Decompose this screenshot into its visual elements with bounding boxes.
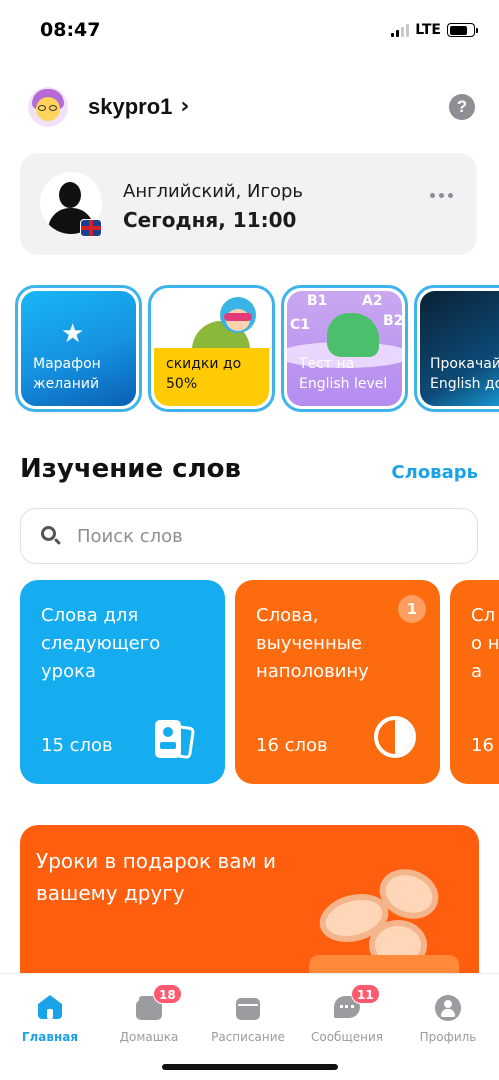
words-next-lesson-card[interactable]: Слова для следующего урока 15 слов — [20, 580, 225, 784]
battery-icon — [447, 23, 478, 37]
search-input[interactable] — [77, 525, 437, 547]
words-half-learned-card[interactable]: 1 Слова, выученные наполовину 16 слов — [235, 580, 440, 784]
gift-bow-illustration — [309, 861, 459, 985]
homework-badge: 18 — [153, 984, 182, 1004]
words-third-card[interactable]: Сло на 16 — [450, 580, 499, 784]
next-lesson-card[interactable]: Английский, Игорь Сегодня, 11:00 — [20, 153, 477, 255]
tab-schedule[interactable]: Расписание — [200, 984, 296, 1044]
tab-label: Сообщения — [310, 1030, 383, 1044]
home-indicator — [162, 1064, 338, 1070]
half-circle-icon — [374, 716, 416, 758]
signal-icon — [391, 23, 410, 37]
level-label: C1 — [290, 317, 311, 333]
calendar-icon — [234, 994, 262, 1022]
level-label: B2 — [383, 313, 402, 329]
card-count: 16 — [471, 735, 494, 756]
lesson-title: Английский, Игорь — [123, 181, 304, 202]
search-icon — [41, 526, 62, 546]
home-icon — [36, 994, 64, 1022]
story-label: скидки до 50% — [166, 356, 242, 392]
tab-profile[interactable]: Профиль — [400, 984, 496, 1044]
story-label: Марафон желаний — [33, 356, 101, 392]
dinosaur-illustration — [327, 313, 379, 357]
stories-carousel[interactable]: ★ Марафон желаний скидки до 50% B1 A2 C1… — [15, 285, 499, 413]
tab-messages[interactable]: 11 Сообщения — [299, 984, 395, 1044]
status-bar: 08:47 LTE — [0, 0, 499, 62]
lesson-time: Сегодня, 11:00 — [123, 208, 297, 232]
card-title: Сло на — [471, 605, 499, 682]
card-title: Слова для следующего урока — [41, 605, 161, 682]
status-time: 08:47 — [40, 19, 101, 41]
flashcards-icon — [155, 720, 199, 760]
username[interactable]: skypro1 — [88, 94, 172, 120]
tab-label: Главная — [21, 1030, 79, 1044]
dictionary-link[interactable]: Словарь — [391, 462, 478, 483]
story-discounts[interactable]: скидки до 50% — [148, 285, 275, 412]
tab-label: Расписание — [211, 1030, 285, 1044]
uk-flag-icon — [80, 219, 102, 237]
user-avatar[interactable] — [28, 87, 68, 127]
tab-homework[interactable]: 18 Домашка — [101, 984, 197, 1044]
story-marathon[interactable]: ★ Марафон желаний — [15, 285, 142, 412]
story-label: Тест на English level — [299, 356, 388, 392]
tab-label: Домашка — [119, 1030, 179, 1044]
words-section-title: Изучение слов — [20, 454, 241, 484]
card-count: 15 слов — [41, 735, 113, 756]
level-label: B1 — [307, 293, 328, 309]
status-indicators: LTE — [391, 22, 478, 38]
promo-banner[interactable]: Уроки в подарок вам и вашему другу — [20, 825, 479, 985]
card-count: 16 слов — [256, 735, 328, 756]
card-title: Слова, выученные наполовину — [256, 605, 369, 682]
tab-home[interactable]: Главная — [2, 984, 98, 1044]
tab-label: Профиль — [419, 1030, 477, 1044]
story-english-test[interactable]: B1 A2 C1 B2 Тест на English level — [281, 285, 408, 412]
story-label: Прокачай English до — [430, 356, 499, 392]
network-type: LTE — [415, 22, 441, 38]
story-level-up[interactable]: Прокачай English до — [414, 285, 499, 412]
messages-badge: 11 — [351, 984, 380, 1004]
profile-icon — [434, 994, 462, 1022]
level-label: A2 — [362, 293, 383, 309]
header: skypro1 › ? — [28, 84, 475, 130]
promo-text: Уроки в подарок вам и вашему другу — [36, 849, 276, 905]
word-cards-carousel[interactable]: Слова для следующего урока 15 слов 1 Сло… — [20, 580, 499, 785]
word-search-box[interactable] — [20, 508, 478, 564]
chevron-right-icon[interactable]: › — [180, 96, 189, 118]
more-options-icon[interactable] — [430, 193, 453, 198]
help-icon[interactable]: ? — [449, 94, 475, 120]
star-icon: ★ — [61, 319, 85, 349]
